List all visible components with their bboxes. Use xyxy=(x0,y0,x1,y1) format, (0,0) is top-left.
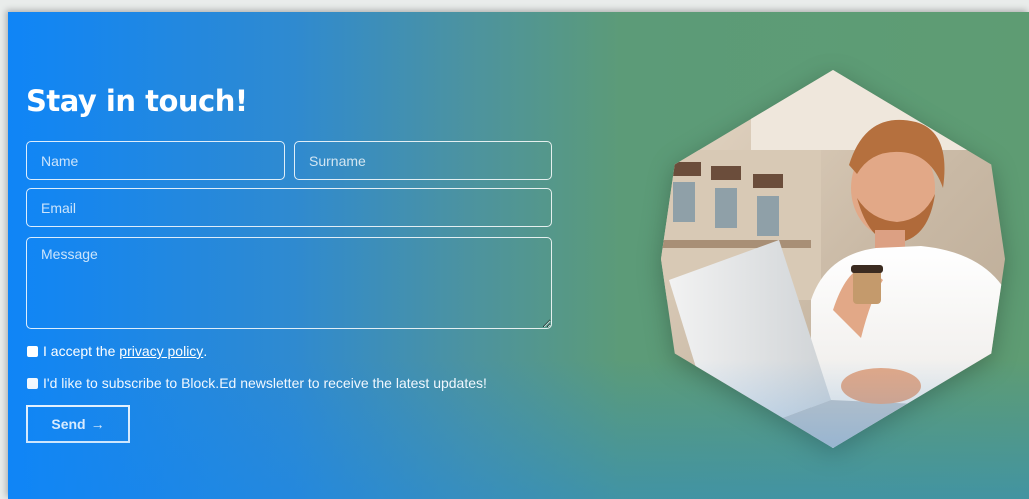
newsletter-row: I'd like to subscribe to Block.Ed newsle… xyxy=(27,375,487,391)
photo-man-laptop-coffee-icon xyxy=(661,70,1005,448)
privacy-consent-row: I accept the privacy policy . xyxy=(27,343,207,359)
page-title: Stay in touch! xyxy=(26,84,248,118)
newsletter-label: I'd like to subscribe to Block.Ed newsle… xyxy=(43,375,487,391)
contact-panel: Stay in touch! I accept the privacy poli… xyxy=(8,12,1029,499)
privacy-policy-link[interactable]: privacy policy xyxy=(119,343,203,359)
newsletter-checkbox[interactable] xyxy=(27,377,38,389)
send-button[interactable]: Send → xyxy=(26,405,130,443)
name-input[interactable] xyxy=(26,141,285,180)
surname-input[interactable] xyxy=(294,141,552,180)
hero-image xyxy=(661,70,1005,448)
privacy-suffix: . xyxy=(203,343,208,359)
privacy-checkbox[interactable] xyxy=(27,345,38,357)
privacy-prefix: I accept the xyxy=(43,343,120,359)
arrow-right-icon: → xyxy=(90,416,105,432)
send-label: Send xyxy=(51,416,86,432)
message-textarea[interactable] xyxy=(26,237,552,329)
email-input[interactable] xyxy=(26,188,552,227)
photo-illustration xyxy=(661,70,1005,448)
